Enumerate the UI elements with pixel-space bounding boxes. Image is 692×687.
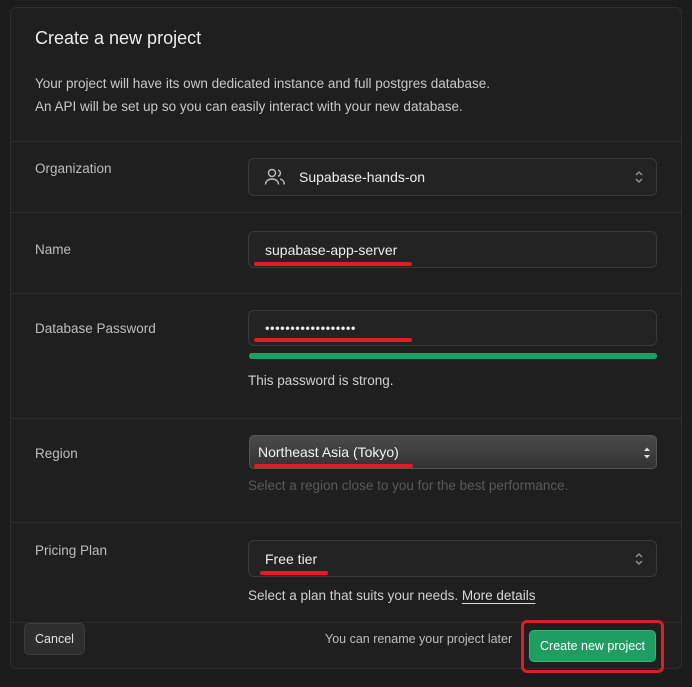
password-masked-value: •••••••••••••••••• — [265, 320, 356, 336]
users-icon — [264, 168, 286, 191]
dialog-title: Create a new project — [35, 28, 202, 48]
description-line-1: Your project will have its own dedicated… — [35, 76, 491, 91]
divider — [11, 418, 681, 419]
region-label: Region — [35, 446, 78, 461]
project-name-value: supabase-app-server — [265, 241, 398, 258]
organization-select[interactable]: Supabase-hands-on — [248, 158, 657, 196]
annotation-underline — [260, 571, 328, 575]
pricing-hint-text: Select a plan that suits your needs. — [248, 588, 459, 603]
create-project-dialog: Create a new project Your project will h… — [10, 7, 682, 669]
divider — [11, 212, 681, 213]
dialog-description: Your project will have its own dedicated… — [35, 72, 490, 118]
rename-note: You can rename your project later — [325, 632, 513, 646]
dialog-header: Create a new project Your project will h… — [11, 8, 681, 141]
password-strength-message: This password is strong. — [248, 373, 394, 388]
chevron-up-down-icon — [635, 552, 643, 565]
organization-value: Supabase-hands-on — [299, 169, 426, 185]
password-strength-bar — [249, 353, 657, 359]
annotation-highlight-box — [521, 620, 664, 673]
region-value: Northeast Asia (Tokyo) — [258, 444, 399, 460]
region-hint: Select a region close to you for the bes… — [248, 478, 569, 493]
select-arrows-icon — [644, 447, 650, 459]
name-label: Name — [35, 242, 72, 257]
annotation-underline — [254, 464, 413, 468]
organization-label: Organization — [35, 161, 112, 176]
chevron-up-down-icon — [635, 171, 643, 183]
password-strength-fill — [249, 353, 657, 359]
cancel-button[interactable]: Cancel — [24, 623, 85, 655]
description-line-2: An API will be set up so you can easily … — [35, 99, 463, 114]
annotation-underline — [254, 338, 412, 342]
more-details-link[interactable]: More details — [462, 588, 536, 603]
divider — [11, 522, 681, 523]
database-password-label: Database Password — [35, 321, 156, 336]
pricing-plan-label: Pricing Plan — [35, 543, 108, 558]
pricing-plan-value: Free tier — [265, 550, 318, 567]
divider — [11, 293, 681, 294]
divider — [11, 141, 681, 142]
pricing-hint: Select a plan that suits your needs. Mor… — [248, 588, 535, 603]
annotation-underline — [254, 262, 412, 266]
